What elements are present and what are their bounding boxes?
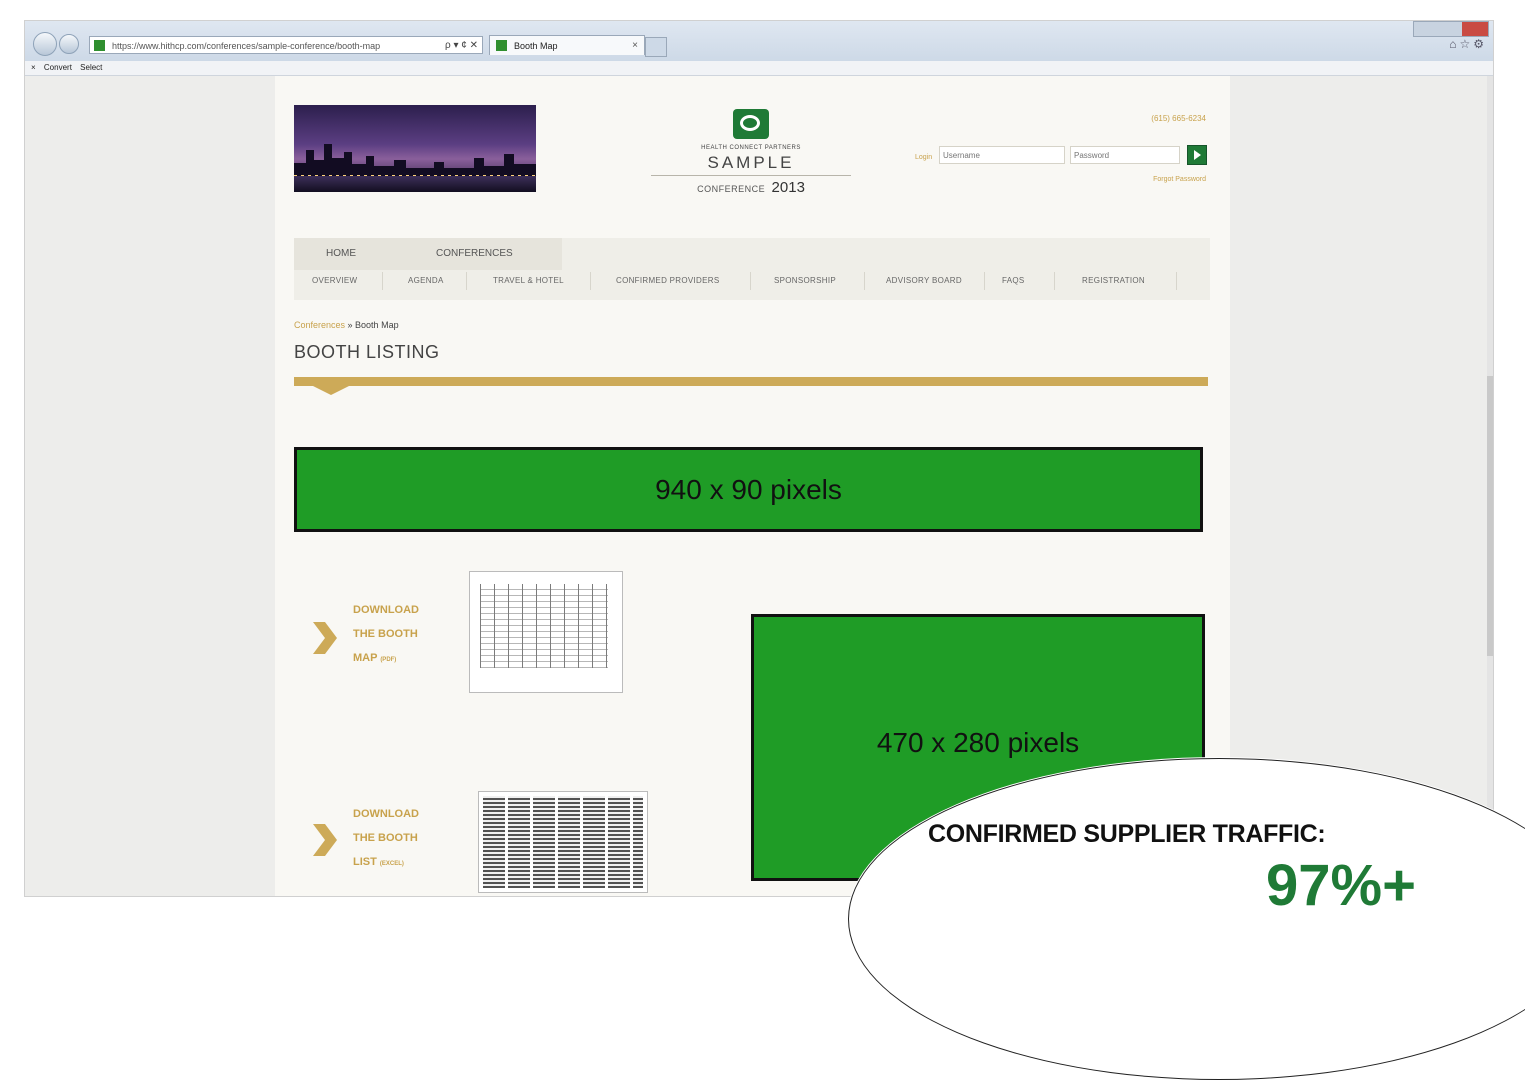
logo-company-name: HEALTH CONNECT PARTNERS [701,145,801,151]
nav-sponsorship[interactable]: SPONSORSHIP [774,276,836,285]
download-list-line2: THE BOOTH [353,832,418,844]
tab-title: Booth Map [514,41,558,51]
username-input[interactable] [939,146,1065,164]
convert-button[interactable]: Convert [44,63,72,72]
url-text: https://www.hithcp.com/conferences/sampl… [112,41,381,51]
callout-stat: 97%+ [1266,853,1416,918]
download-map-line3: MAP [353,652,378,664]
nav-confirmed-providers[interactable]: CONFIRMED PROVIDERS [616,276,720,285]
nav-divider [382,272,383,290]
logo-conference-line: CONFERENCE 2013 [651,179,851,197]
tab-booth-map[interactable]: Booth Map × [489,35,645,55]
nav-home[interactable]: HOME [326,248,356,259]
nav-divider [984,272,985,290]
download-list-line1: DOWNLOAD [353,808,419,820]
site-favicon-icon [94,40,105,51]
title-underline-bar [294,377,1208,386]
skyline-silhouette [294,144,536,178]
download-map-line1: DOWNLOAD [353,604,419,616]
home-favorites-settings-icons[interactable]: ⌂☆⚙ [1449,37,1487,51]
nav-registration[interactable]: REGISTRATION [1082,276,1145,285]
window-controls[interactable] [1413,21,1489,37]
title-underline-notch [313,386,349,395]
nav-divider [466,272,467,290]
nav-travel-hotel[interactable]: TRAVEL & HOTEL [493,276,564,285]
top-nav-row: HOME CONFERENCES [294,238,562,270]
breadcrumb-separator: » [345,320,356,330]
tab-favicon-icon [496,40,507,51]
ad-banner-label: 940 x 90 pixels [655,473,842,505]
breadcrumb-current: Booth Map [355,320,399,330]
download-map-line2: THE BOOTH [353,628,418,640]
nav-divider [1176,272,1177,290]
address-tools[interactable]: ρ ▾ ¢ ✕ [445,37,478,53]
nav-overview[interactable]: OVERVIEW [312,276,357,285]
chevron-right-icon [313,824,337,856]
chevron-right-icon [313,622,337,654]
vertical-scrollbar[interactable] [1487,76,1493,896]
logo-year: 2013 [771,179,805,196]
spreadsheet-columns [483,796,643,888]
download-list-format: (EXCEL) [379,861,404,867]
login-label: Login [915,154,933,161]
phone-number: (615) 665-6234 [1151,114,1206,123]
hcp-logo-icon [733,109,769,139]
nav-faqs[interactable]: FAQS [1002,276,1025,285]
toolbar-close-icon[interactable]: × [31,63,36,72]
breadcrumb-conferences-link[interactable]: Conferences [294,320,345,330]
city-skyline-image [294,105,536,192]
breadcrumb: Conferences » Booth Map [294,320,399,330]
window-close-icon[interactable] [1462,22,1488,36]
new-tab-button[interactable] [645,37,667,57]
back-button[interactable] [33,32,57,56]
select-button[interactable]: Select [80,63,102,72]
scrollbar-thumb[interactable] [1487,376,1493,656]
nav-divider [750,272,751,290]
download-list-line3: LIST [353,856,377,868]
page-title: BOOTH LISTING [294,342,440,362]
forgot-password-link[interactable]: Forgot Password [1153,176,1206,183]
command-bar: × Convert Select [25,61,1493,76]
address-bar[interactable]: https://www.hithcp.com/conferences/sampl… [89,36,483,54]
nav-divider [590,272,591,290]
logo-sample-text: SAMPLE [707,153,795,172]
ad-banner-placeholder[interactable]: 940 x 90 pixels [294,447,1203,532]
forward-button[interactable] [59,34,79,54]
booth-map-thumbnail[interactable] [469,571,623,693]
main-navigation: HOME CONFERENCES OVERVIEW AGENDA TRAVEL … [294,238,1210,300]
floor-plan-grid [480,584,608,668]
download-booth-map-link[interactable]: DOWNLOAD THE BOOTH MAP (PDF) [353,598,419,672]
booth-list-thumbnail[interactable] [478,791,648,893]
nav-conferences[interactable]: CONFERENCES [436,248,513,259]
logo-divider [651,175,851,176]
nav-divider [1054,272,1055,290]
nav-agenda[interactable]: AGENDA [408,276,444,285]
download-booth-list-link[interactable]: DOWNLOAD THE BOOTH LIST (EXCEL) [353,802,419,876]
login-submit-button[interactable] [1187,145,1207,165]
password-input[interactable] [1070,146,1180,164]
logo-conference-text: CONFERENCE [697,184,766,194]
tab-close-icon[interactable]: × [632,36,638,56]
download-map-format: (PDF) [380,657,397,663]
ad-box-label: 470 x 280 pixels [876,727,1080,758]
nav-divider [864,272,865,290]
browser-chrome: https://www.hithcp.com/conferences/sampl… [25,21,1493,62]
nav-advisory-board[interactable]: ADVISORY BOARD [886,276,962,285]
conference-logo[interactable]: HEALTH CONNECT PARTNERS SAMPLE CONFERENC… [651,109,851,197]
callout-title: CONFIRMED SUPPLIER TRAFFIC: [928,820,1326,848]
bay-water [294,176,536,192]
